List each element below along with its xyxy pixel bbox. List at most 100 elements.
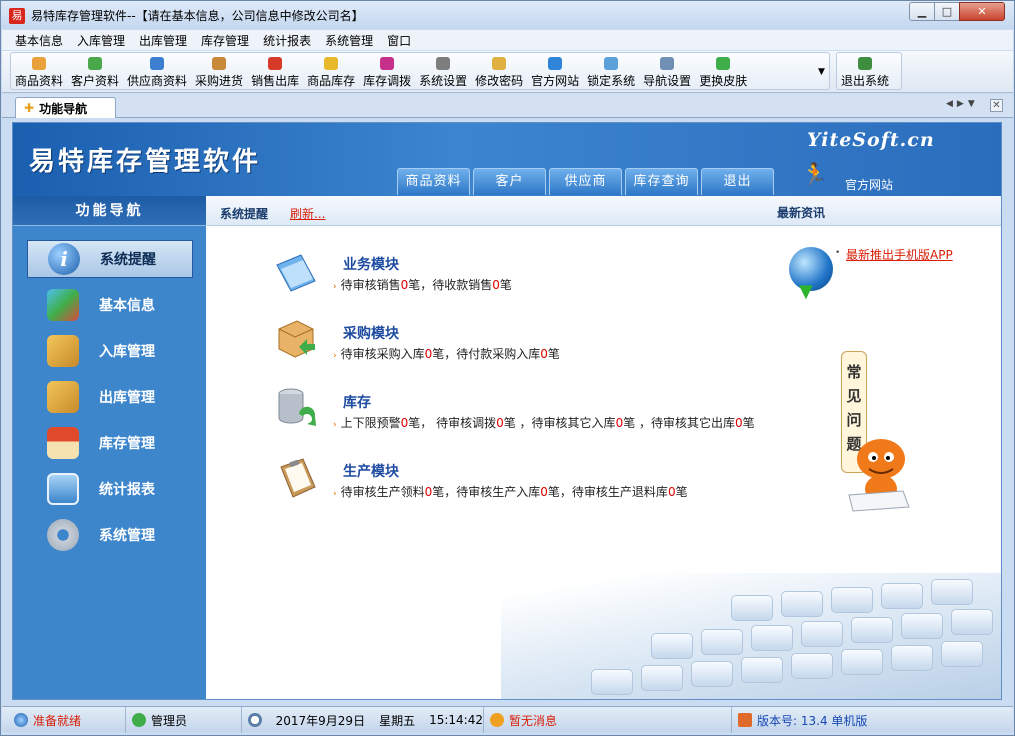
bullet-icon: •	[835, 248, 841, 258]
toolbar-button-8[interactable]: 修改密码	[471, 53, 527, 89]
toolbar-button-6[interactable]: 库存调拨	[359, 53, 415, 89]
app-header: 易特库存管理软件 YiteSoft.cn 商品资料 客户 供应商 库存查询 退出…	[13, 123, 1001, 196]
toolbar-button-7[interactable]: 系统设置	[415, 53, 471, 89]
toolbar-button-10[interactable]: 锁定系统	[583, 53, 639, 89]
toolbar-button-4[interactable]: 销售出库	[247, 53, 303, 89]
toolbar-icon	[32, 57, 46, 70]
app-logo-icon: 易	[9, 8, 25, 24]
news-title: 最新资讯	[777, 206, 826, 220]
toolbar-button-1[interactable]: 客户资料	[67, 53, 123, 89]
status-bar: 准备就绪 管理员 2017年9月29日 星期五 15:14:42 暂无消息 版本…	[2, 706, 1013, 733]
sidebar-item-label: 基本信息	[99, 298, 155, 314]
window-title: 易特库存管理软件--【请在基本信息，公司信息中修改公司名】	[31, 9, 364, 23]
toolbar-exit-label: 退出系统	[841, 74, 890, 88]
sidebar-item-system[interactable]: 系统管理	[27, 516, 193, 554]
menu-inventory[interactable]: 库存管理	[194, 32, 256, 49]
toolbar-exit-button[interactable]: 退出系统	[837, 53, 893, 89]
module-title: 采购模块	[343, 326, 399, 342]
toolbar-button-0[interactable]: 商品资料	[11, 53, 67, 89]
toolbar: 商品资料 客户资料 供应商资料 采购进货 销售出库 商品库存 库存调拨 系统设置 修改密码 官方网…	[2, 51, 1013, 93]
sidebar-item-label: 系统管理	[99, 528, 155, 544]
status-time: 15:14:42	[429, 713, 483, 727]
header-tab-exit[interactable]: 退出	[701, 168, 774, 195]
status-version: 版本号: 13.4 单机版	[732, 707, 1004, 733]
toolbar-button-9[interactable]: 官方网站	[527, 53, 583, 89]
running-man-icon[interactable]: 🏃	[801, 163, 828, 188]
toolbar-main-group: 商品资料 客户资料 供应商资料 采购进货 销售出库 商品库存 库存调拨 系统设置 修改密码 官方网…	[10, 52, 830, 90]
maximize-button[interactable]: □	[934, 2, 960, 21]
toolbar-button-label: 供应商资料	[127, 74, 188, 88]
module-status-line: › 待审核销售0笔，待收款销售0笔	[333, 278, 512, 292]
users-icon	[132, 713, 146, 727]
toolbar-button-label: 商品库存	[307, 74, 356, 88]
toolbar-button-11[interactable]: 导航设置	[639, 53, 695, 89]
toolbar-icon	[548, 57, 563, 70]
toolbar-icon	[324, 57, 339, 70]
header-tab-customers[interactable]: 客户	[473, 168, 546, 195]
sidebar-item-reminders[interactable]: i 系统提醒	[27, 240, 193, 278]
close-button[interactable]: ✕	[959, 2, 1005, 21]
menu-bar: 基本信息 入库管理 出库管理 库存管理 统计报表 系统管理 窗口	[2, 30, 1013, 50]
sidebar-item-reports[interactable]: 统计报表	[27, 470, 193, 508]
official-site-link[interactable]: 官方网站	[845, 176, 893, 193]
database-icon	[273, 386, 319, 430]
toolbar-button-label: 销售出库	[251, 74, 300, 88]
status-message[interactable]: 暂无消息	[484, 707, 732, 733]
news-item-link[interactable]: 最新推出手机版APP	[846, 246, 953, 263]
menu-reports[interactable]: 统计报表	[256, 32, 318, 49]
toolbar-button-label: 系统设置	[419, 74, 468, 88]
menu-outbound[interactable]: 出库管理	[132, 32, 194, 49]
refresh-link[interactable]: 刷新...	[290, 205, 325, 222]
tab-close-icon[interactable]: ✕	[990, 99, 1003, 112]
header-tab-stock-query[interactable]: 库存查询	[625, 168, 698, 195]
box-in-icon	[47, 335, 79, 367]
header-tab-suppliers[interactable]: 供应商	[549, 168, 622, 195]
mascot-icon	[843, 433, 913, 513]
toolbar-button-3[interactable]: 采购进货	[191, 53, 247, 89]
toolbar-icon	[660, 57, 675, 70]
module-status-line: › 待审核生产领料0笔，待审核生产入库0笔，待审核生产退料库0笔	[333, 485, 688, 499]
toolbar-button-label: 客户资料	[71, 74, 120, 88]
menu-system[interactable]: 系统管理	[318, 32, 380, 49]
status-weekday: 星期五	[379, 713, 416, 728]
exit-door-icon	[858, 57, 872, 70]
message-avatar-icon	[490, 713, 504, 727]
main-header-bar: 系统提醒 刷新... 最新资讯	[206, 196, 1001, 226]
minimize-button[interactable]: ▁	[909, 2, 935, 21]
toolbar-icon	[212, 57, 227, 70]
toolbar-button-2[interactable]: 供应商资料	[123, 53, 191, 89]
menu-window[interactable]: 窗口	[380, 32, 418, 49]
clock-icon	[248, 713, 262, 727]
menu-inbound[interactable]: 入库管理	[70, 32, 132, 49]
header-tab-products[interactable]: 商品资料	[397, 168, 470, 195]
sidebar: 功能导航 i 系统提醒 基本信息 入库管理 出库管理 库存管理 统计报表 系统管…	[13, 196, 206, 699]
toolbar-button-5[interactable]: 商品库存	[303, 53, 359, 89]
main-section-title: 系统提醒	[220, 207, 269, 221]
sidebar-item-label: 系统提醒	[100, 252, 156, 268]
content-frame: 易特库存管理软件 YiteSoft.cn 商品资料 客户 供应商 库存查询 退出…	[12, 122, 1002, 700]
sidebar-item-basic-info[interactable]: 基本信息	[27, 286, 193, 324]
keyboard-background-image	[501, 573, 1001, 699]
toolbar-button-label: 导航设置	[643, 74, 692, 88]
sidebar-item-label: 统计报表	[99, 482, 155, 498]
sidebar-item-inbound[interactable]: 入库管理	[27, 332, 193, 370]
toolbar-icon	[436, 57, 451, 70]
home-icon	[738, 713, 752, 727]
toolbar-icon	[380, 57, 395, 70]
tab-function-nav[interactable]: ✚ 功能导航	[15, 97, 116, 118]
toolbar-button-label: 官方网站	[531, 74, 580, 88]
menu-basic-info[interactable]: 基本信息	[8, 32, 70, 49]
module-title: 业务模块	[343, 257, 399, 273]
sidebar-item-inventory[interactable]: 库存管理	[27, 424, 193, 462]
module-title: 生产模块	[343, 464, 399, 480]
cubes-icon	[47, 289, 79, 321]
status-datetime: 2017年9月29日 星期五 15:14:42	[242, 707, 484, 733]
tab-strip: ✚ 功能导航 ◀▶▼ ✕	[2, 94, 1013, 118]
tab-scroll-arrows-icon[interactable]: ◀▶▼	[946, 99, 979, 109]
toolbar-button-12[interactable]: 更换皮肤	[695, 53, 751, 89]
toolbar-overflow-chevron-icon[interactable]: ▼	[818, 67, 825, 77]
toolbar-button-label: 商品资料	[15, 74, 64, 88]
box-out-icon	[47, 381, 79, 413]
toolbar-button-label: 库存调拨	[363, 74, 412, 88]
sidebar-item-outbound[interactable]: 出库管理	[27, 378, 193, 416]
